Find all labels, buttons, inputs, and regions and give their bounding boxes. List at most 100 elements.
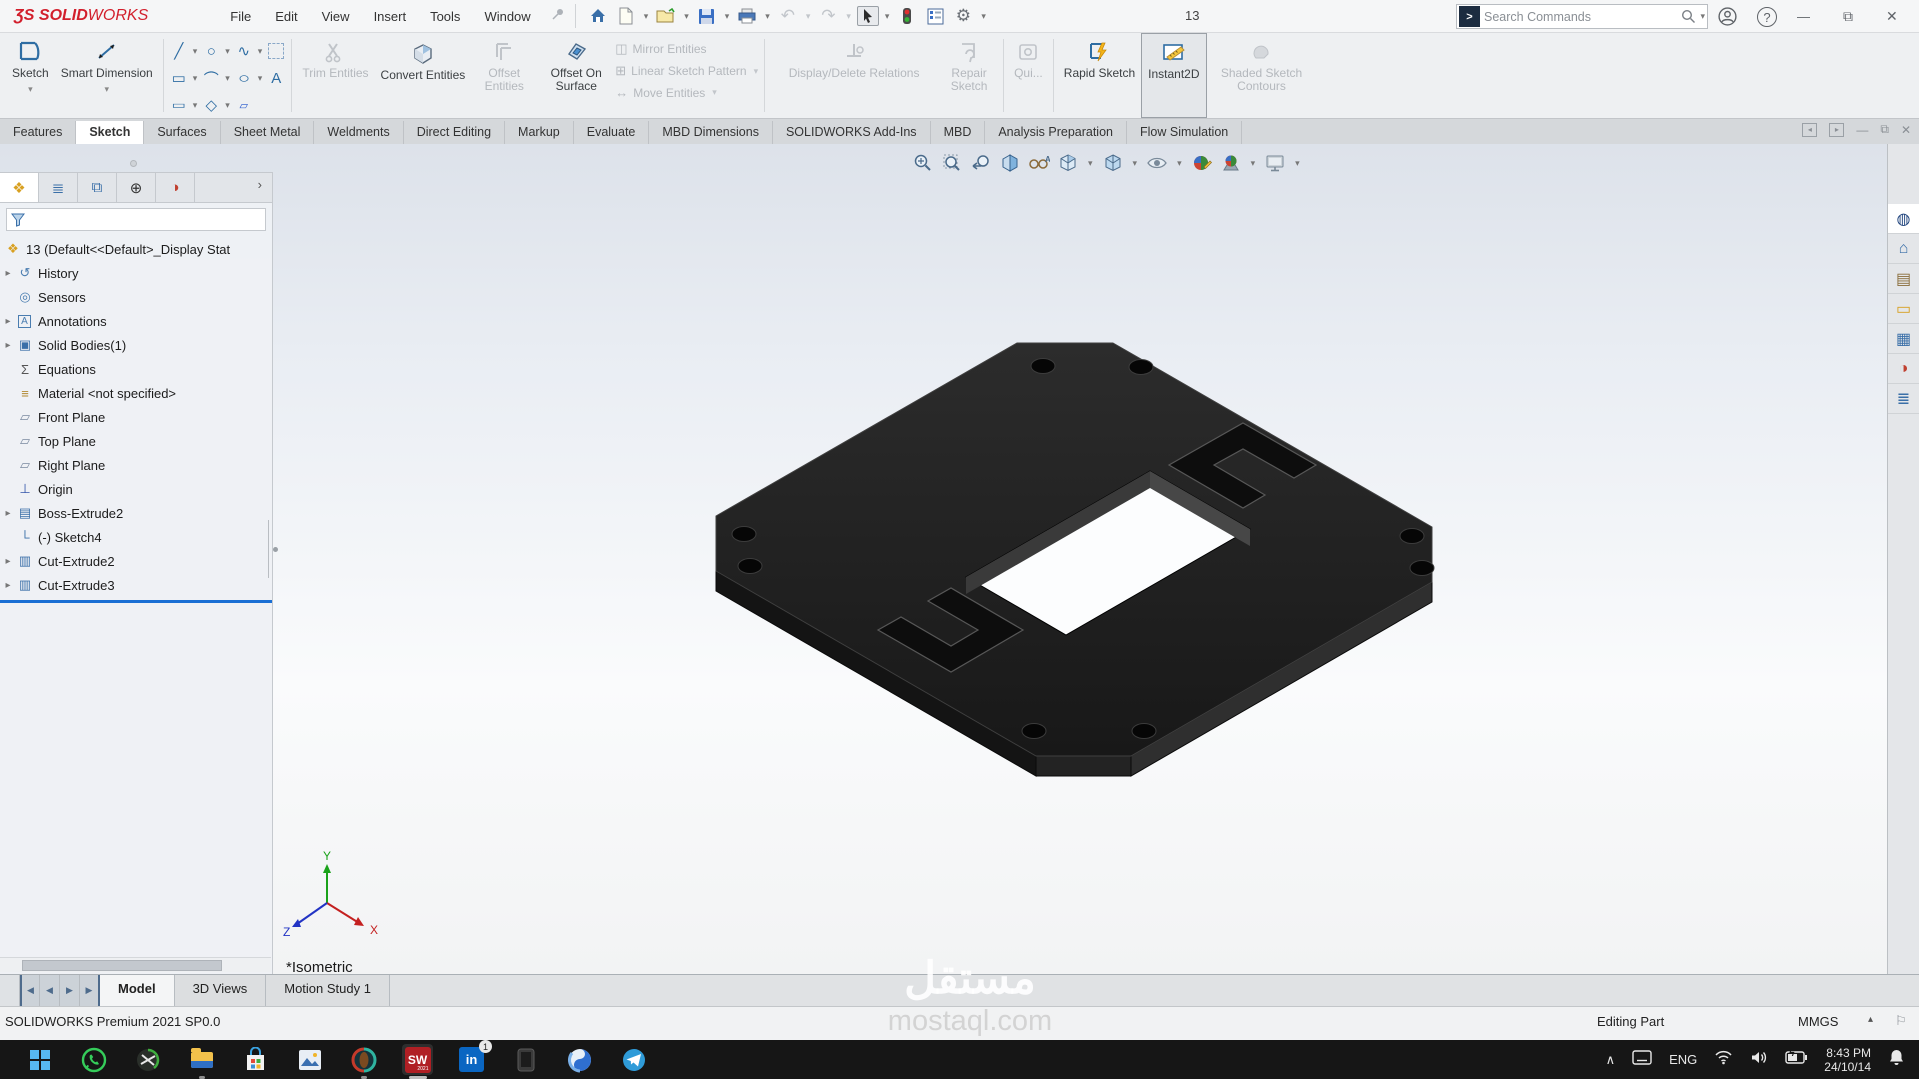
- tab-markup[interactable]: Markup: [505, 121, 574, 144]
- tab-3d-views[interactable]: 3D Views: [174, 975, 267, 1006]
- text-tool-icon[interactable]: A: [265, 67, 287, 89]
- tab-flow-simulation[interactable]: Flow Simulation: [1127, 121, 1243, 144]
- save-icon[interactable]: [695, 4, 719, 28]
- menu-file[interactable]: File: [218, 1, 263, 32]
- print-dropdown-icon[interactable]: ▾: [763, 11, 772, 22]
- tree-item-solid-bodies[interactable]: ▸ ▣ Solid Bodies(1): [0, 333, 272, 357]
- fm-tabs-overflow-icon[interactable]: ›: [248, 173, 272, 202]
- tree-item-front-plane[interactable]: ▱ Front Plane: [0, 405, 272, 429]
- pin-menu-icon[interactable]: [551, 7, 565, 26]
- annotation-visibility-icon[interactable]: A: [1028, 152, 1050, 174]
- tree-item-history[interactable]: ▸ ↺ History: [0, 261, 272, 285]
- taskpane-file-explorer-icon[interactable]: ▭: [1888, 294, 1919, 324]
- tab-direct-editing[interactable]: Direct Editing: [403, 121, 506, 144]
- fm-tab-features[interactable]: ❖: [0, 173, 39, 202]
- taskpane-appearances-icon[interactable]: ◑: [1888, 354, 1919, 384]
- line-dropdown-icon[interactable]: ▾: [191, 46, 200, 57]
- new-dropdown-icon[interactable]: ▾: [642, 11, 651, 22]
- game-app-icon[interactable]: [132, 1044, 163, 1075]
- tab-motion-study-1[interactable]: Motion Study 1: [266, 975, 390, 1006]
- touch-keyboard-icon[interactable]: [1632, 1049, 1652, 1070]
- tree-item-annotations[interactable]: ▸ A Annotations: [0, 309, 272, 333]
- window-restore-button[interactable]: ⧉: [1843, 0, 1853, 33]
- feature-tree-filter[interactable]: [6, 208, 266, 231]
- solidworks-taskbar-icon[interactable]: SW 2021: [402, 1044, 433, 1079]
- search-icon[interactable]: [1681, 9, 1696, 24]
- new-document-icon[interactable]: [614, 4, 638, 28]
- tab-features[interactable]: Features: [0, 121, 77, 144]
- tab-surfaces[interactable]: Surfaces: [144, 121, 221, 144]
- photos-app-icon[interactable]: [294, 1044, 325, 1075]
- part-3d-model[interactable]: Y X Z: [0, 144, 1919, 974]
- linkedin-icon[interactable]: in 1: [456, 1040, 492, 1075]
- pane-right-icon[interactable]: ▸: [1829, 122, 1845, 137]
- taskbar-clock[interactable]: 8:43 PM 24/10/14: [1824, 1046, 1871, 1074]
- tree-item-boss-extrude2[interactable]: ▸ ▤ Boss-Extrude2: [0, 501, 272, 525]
- tree-item-equations[interactable]: Σ Equations: [0, 357, 272, 381]
- tab-analysis-preparation[interactable]: Analysis Preparation: [985, 121, 1127, 144]
- rectangle-tool-icon[interactable]: ▭: [168, 67, 190, 89]
- menu-edit[interactable]: Edit: [263, 1, 309, 32]
- rectangle-dropdown-icon[interactable]: ▾: [191, 73, 200, 84]
- tree-item-sensors[interactable]: ◎ Sensors: [0, 285, 272, 309]
- start-button[interactable]: [24, 1044, 55, 1075]
- search-commands-box[interactable]: > ▾: [1456, 4, 1708, 29]
- tab-first-icon[interactable]: ◀: [20, 975, 40, 1006]
- polygon-tool-icon[interactable]: ◇: [200, 94, 222, 116]
- opera-browser-icon[interactable]: [348, 1044, 379, 1079]
- tab-mbd-dimensions[interactable]: MBD Dimensions: [649, 121, 773, 144]
- doc-minimize-button[interactable]: —: [1856, 123, 1868, 137]
- slot-tool-icon[interactable]: ▭: [168, 97, 190, 112]
- volume-icon[interactable]: [1750, 1050, 1768, 1070]
- menu-insert[interactable]: Insert: [362, 1, 419, 32]
- section-view-icon[interactable]: [999, 152, 1021, 174]
- tab-next-icon[interactable]: ▶: [60, 975, 80, 1006]
- rollback-bar[interactable]: [0, 600, 272, 603]
- print-icon[interactable]: [735, 4, 759, 28]
- panel-splitter-handle[interactable]: [268, 520, 281, 578]
- status-units[interactable]: MMGS: [1798, 1014, 1838, 1029]
- tab-mbd[interactable]: MBD: [930, 121, 986, 144]
- slot-dropdown-icon[interactable]: ▾: [191, 100, 200, 111]
- microsoft-store-icon[interactable]: [240, 1044, 271, 1075]
- panel-horizontal-scrollbar[interactable]: [0, 957, 271, 972]
- zoom-to-fit-icon[interactable]: [912, 152, 934, 174]
- fm-tab-property-manager[interactable]: ≣: [39, 173, 78, 202]
- copilot-icon[interactable]: [564, 1044, 595, 1075]
- select-dropdown-icon[interactable]: ▾: [883, 11, 892, 22]
- battery-icon[interactable]: ϟ: [1785, 1048, 1808, 1069]
- view-settings-icon[interactable]: [1264, 152, 1286, 174]
- window-minimize-button[interactable]: —: [1797, 0, 1810, 33]
- pane-left-icon[interactable]: ◂: [1802, 122, 1818, 137]
- taskpane-resources-home-icon[interactable]: ⌂: [1888, 234, 1919, 264]
- tab-sheet-metal[interactable]: Sheet Metal: [220, 121, 315, 144]
- sketch-picture-tool-icon[interactable]: [268, 43, 285, 59]
- select-tool-button[interactable]: [856, 6, 879, 26]
- open-dropdown-icon[interactable]: ▾: [682, 11, 691, 22]
- tab-weldments[interactable]: Weldments: [314, 121, 404, 144]
- fm-tab-configuration-manager[interactable]: ⧉: [78, 173, 117, 202]
- doc-restore-button[interactable]: ⧉: [1880, 122, 1889, 137]
- display-style-dropdown-icon[interactable]: ▾: [1131, 158, 1140, 169]
- save-dropdown-icon[interactable]: ▾: [723, 11, 732, 22]
- help-icon[interactable]: ?: [1757, 7, 1777, 27]
- sketch-button[interactable]: Sketch ▾: [6, 33, 55, 118]
- fm-tab-dimxpert[interactable]: ⊕: [117, 173, 156, 202]
- tree-item-cut-extrude3[interactable]: ▸ ▥ Cut-Extrude3: [0, 573, 272, 597]
- menu-view[interactable]: View: [310, 1, 362, 32]
- spline-tool-icon[interactable]: ∿: [233, 40, 255, 62]
- view-orientation-dropdown-icon[interactable]: ▾: [1086, 158, 1095, 169]
- hide-show-dropdown-icon[interactable]: ▾: [1175, 158, 1184, 169]
- tab-evaluate[interactable]: Evaluate: [573, 121, 650, 144]
- search-input[interactable]: [1484, 9, 1682, 24]
- tree-item-sketch4[interactable]: └ (-) Sketch4: [0, 525, 272, 549]
- edit-appearance-icon[interactable]: [1191, 152, 1213, 174]
- previous-view-icon[interactable]: [970, 152, 992, 174]
- status-tag-icon[interactable]: ⚐: [1895, 1013, 1907, 1029]
- ellipse-tool-icon[interactable]: ○: [229, 67, 259, 89]
- tree-item-top-plane[interactable]: ▱ Top Plane: [0, 429, 272, 453]
- tab-last-icon[interactable]: ▶: [80, 975, 100, 1006]
- phone-link-icon[interactable]: [510, 1044, 541, 1075]
- convert-entities-button[interactable]: Convert Entities: [375, 33, 472, 118]
- rebuild-icon[interactable]: [895, 4, 919, 28]
